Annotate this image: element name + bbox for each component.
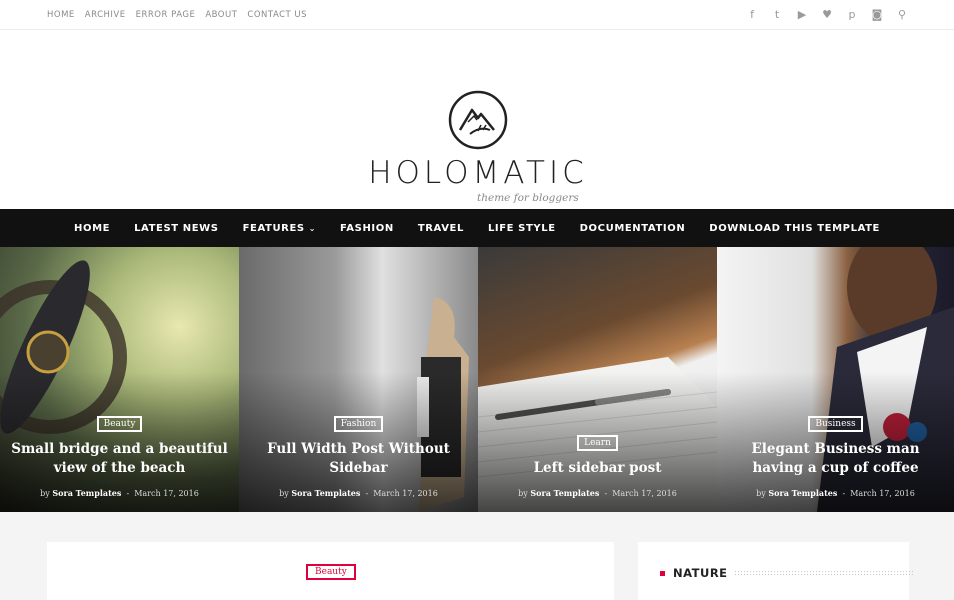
instagram-icon[interactable]: ◙ xyxy=(871,8,883,21)
pinterest-icon[interactable]: p xyxy=(846,8,858,21)
category-badge[interactable]: Beauty xyxy=(306,564,356,580)
nav-label: LIFE STYLE xyxy=(487,222,556,234)
post-author[interactable]: Sora Templates xyxy=(52,488,121,498)
nav-label: FEATURES xyxy=(242,222,305,234)
top-nav: HOME ARCHIVE ERROR PAGE ABOUT CONTACT US xyxy=(47,10,317,20)
facebook-icon[interactable]: f xyxy=(746,8,758,21)
post-date: March 17, 2016 xyxy=(373,489,438,498)
post-date: March 17, 2016 xyxy=(612,489,677,498)
nav-travel[interactable]: TRAVEL xyxy=(418,223,464,234)
post-meta: by Sora Templates - March 17, 2016 xyxy=(40,488,199,498)
featured-slider: Beauty Small bridge and a beautiful view… xyxy=(0,247,954,512)
nav-documentation[interactable]: DOCUMENTATION xyxy=(580,223,686,234)
top-bar: HOME ARCHIVE ERROR PAGE ABOUT CONTACT US… xyxy=(0,0,954,30)
topnav-archive[interactable]: ARCHIVE xyxy=(85,10,126,20)
nav-label: LATEST NEWS xyxy=(134,222,219,234)
chevron-down-icon: ⌄ xyxy=(308,223,317,233)
nav-label: DOWNLOAD THIS TEMPLATE xyxy=(709,222,880,234)
featured-post[interactable]: Business Elegant Business man having a c… xyxy=(717,247,954,512)
accent-square-icon xyxy=(660,570,665,576)
post-title[interactable]: Elegant Business man having a cup of cof… xyxy=(727,440,944,478)
post-title[interactable]: Full Width Post Without Sidebar xyxy=(249,440,468,478)
post-caption: Beauty Small bridge and a beautiful view… xyxy=(0,411,239,498)
topnav-error-page[interactable]: ERROR PAGE xyxy=(136,10,196,20)
post-caption: Learn Left sidebar post by Sora Template… xyxy=(478,430,717,498)
widget-title-text: NATURE xyxy=(673,566,728,580)
topnav-home[interactable]: HOME xyxy=(47,10,75,20)
category-badge[interactable]: Beauty xyxy=(96,416,143,432)
youtube-icon[interactable]: ▶ xyxy=(796,8,808,21)
social-links: f t ▶ ♥ p ◙ ⚲ xyxy=(746,8,908,21)
post-title[interactable]: Small bridge and a beautiful view of the… xyxy=(10,440,229,478)
post-caption: Business Elegant Business man having a c… xyxy=(717,411,954,498)
category-badge[interactable]: Fashion xyxy=(333,416,384,432)
post-author[interactable]: Sora Templates xyxy=(768,488,837,498)
topnav-contact-us[interactable]: CONTACT US xyxy=(247,10,307,20)
main-nav: HOME LATEST NEWS FEATURES ⌄ FASHION TRAVE… xyxy=(0,209,954,247)
site-title[interactable]: HOLOMATIC xyxy=(0,155,954,191)
sidebar-widget: NATURE xyxy=(638,542,914,600)
post-title[interactable]: Left sidebar post xyxy=(488,459,707,478)
featured-post[interactable]: Learn Left sidebar post by Sora Template… xyxy=(478,247,717,512)
search-icon[interactable]: ⚲ xyxy=(896,8,908,21)
featured-post[interactable]: Beauty Small bridge and a beautiful view… xyxy=(0,247,239,512)
dotted-divider xyxy=(734,570,914,576)
site-header: HOLOMATIC theme for bloggers xyxy=(0,30,954,209)
post-meta: by Sora Templates - March 17, 2016 xyxy=(518,488,677,498)
nav-home[interactable]: HOME xyxy=(74,223,110,234)
nav-label: HOME xyxy=(74,222,111,234)
post-caption: Fashion Full Width Post Without Sidebar … xyxy=(239,411,478,498)
content-area: Beauty NATURE xyxy=(0,512,954,600)
featured-post[interactable]: Fashion Full Width Post Without Sidebar … xyxy=(239,247,478,512)
logo-icon[interactable] xyxy=(448,90,508,150)
nav-download-template[interactable]: DOWNLOAD THIS TEMPLATE xyxy=(709,223,880,234)
post-date: March 17, 2016 xyxy=(134,489,199,498)
post-author[interactable]: Sora Templates xyxy=(530,488,599,498)
nav-features[interactable]: FEATURES ⌄ xyxy=(243,223,316,234)
topnav-about[interactable]: ABOUT xyxy=(205,10,237,20)
post-author[interactable]: Sora Templates xyxy=(291,488,360,498)
twitter-icon[interactable]: t xyxy=(771,8,783,21)
nav-fashion[interactable]: FASHION xyxy=(340,223,394,234)
category-badge[interactable]: Learn xyxy=(577,435,618,451)
widget-title: NATURE xyxy=(660,566,728,580)
post-meta: by Sora Templates - March 17, 2016 xyxy=(279,488,438,498)
nav-label: DOCUMENTATION xyxy=(579,222,686,234)
site-tagline: theme for bloggers xyxy=(477,192,579,204)
nav-life-style[interactable]: LIFE STYLE xyxy=(488,223,556,234)
nav-label: FASHION xyxy=(340,222,394,234)
vimeo-icon[interactable]: ♥ xyxy=(821,8,833,21)
nav-latest-news[interactable]: LATEST NEWS xyxy=(134,223,219,234)
nav-label: TRAVEL xyxy=(417,222,464,234)
category-badge[interactable]: Business xyxy=(808,416,863,432)
post-date: March 17, 2016 xyxy=(850,489,915,498)
post-card: Beauty xyxy=(47,542,614,600)
post-meta: by Sora Templates - March 17, 2016 xyxy=(756,488,915,498)
